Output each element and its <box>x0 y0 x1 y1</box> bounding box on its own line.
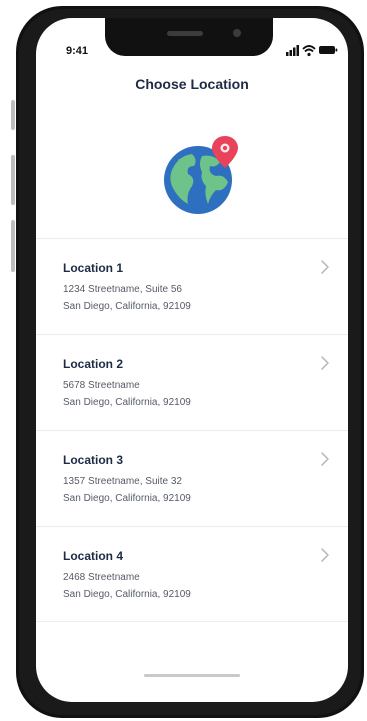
mute-switch <box>11 100 15 130</box>
chevron-right-icon <box>321 356 329 370</box>
location-name: Location 3 <box>63 453 124 467</box>
location-name: Location 2 <box>63 357 124 371</box>
location-name: Location 1 <box>63 261 124 275</box>
location-address-line2: San Diego, California, 92109 <box>63 397 191 408</box>
location-address-line1: 2468 Streetname <box>63 572 140 583</box>
speaker-grille <box>167 31 203 36</box>
location-address-line2: San Diego, California, 92109 <box>63 493 191 504</box>
status-icons <box>286 45 338 57</box>
status-time: 9:41 <box>66 45 89 57</box>
home-indicator[interactable] <box>144 674 240 677</box>
location-address-line1: 5678 Streetname <box>63 380 140 391</box>
phone-notch <box>105 18 273 56</box>
location-item-2[interactable]: Location 2 5678 Streetname San Diego, Ca… <box>36 334 348 430</box>
page-title: Choose Location <box>135 76 249 92</box>
battery-icon <box>319 46 338 54</box>
location-address-line1: 1357 Streetname, Suite 32 <box>63 476 182 487</box>
location-address-line1: 1234 Streetname, Suite 56 <box>63 284 182 295</box>
volume-down-button <box>11 220 15 272</box>
wifi-icon <box>302 45 316 57</box>
app-frame: 9:41 Choose Location Location 1 1234 Str… <box>0 0 367 721</box>
location-address-line2: San Diego, California, 92109 <box>63 589 191 600</box>
signal-icon <box>286 45 299 56</box>
chevron-right-icon <box>321 260 329 274</box>
location-list: Location 1 1234 Streetname, Suite 56 San… <box>36 238 348 622</box>
location-item-1[interactable]: Location 1 1234 Streetname, Suite 56 San… <box>36 238 348 334</box>
phone-screen: 9:41 Choose Location Location 1 1234 Str… <box>36 18 348 702</box>
chevron-right-icon <box>321 452 329 466</box>
globe-with-pin-icon <box>164 136 238 214</box>
location-address-line2: San Diego, California, 92109 <box>63 301 191 312</box>
chevron-right-icon <box>321 548 329 562</box>
front-camera <box>233 29 241 37</box>
location-name: Location 4 <box>63 549 124 563</box>
location-item-4[interactable]: Location 4 2468 Streetname San Diego, Ca… <box>36 526 348 622</box>
volume-up-button <box>11 155 15 205</box>
location-item-3[interactable]: Location 3 1357 Streetname, Suite 32 San… <box>36 430 348 526</box>
